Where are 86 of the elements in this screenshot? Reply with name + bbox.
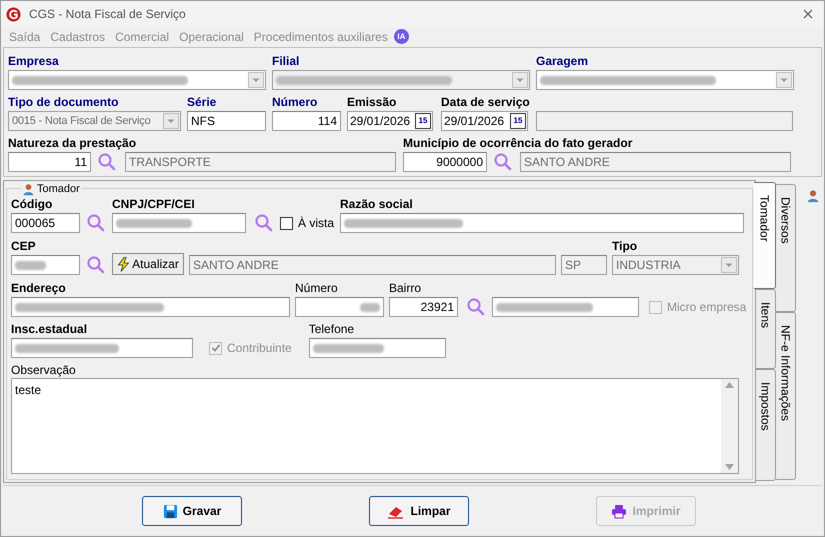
field-label: Número bbox=[272, 95, 318, 109]
group-title: Tomador bbox=[37, 182, 80, 197]
field-label: CNPJ/CPF/CEI bbox=[112, 197, 196, 211]
input-field[interactable]: SANTO ANDRE bbox=[520, 152, 791, 172]
close-icon[interactable] bbox=[803, 9, 813, 19]
field-label: Tipo bbox=[612, 239, 638, 253]
update-button[interactable]: Atualizar bbox=[112, 253, 184, 275]
field-label: Número bbox=[295, 281, 339, 295]
tab[interactable]: Itens bbox=[756, 289, 776, 369]
input-field[interactable] bbox=[11, 255, 80, 275]
input-field[interactable] bbox=[112, 213, 246, 233]
search-icon[interactable] bbox=[86, 255, 106, 275]
input-field[interactable] bbox=[295, 297, 384, 317]
field-label: Observação bbox=[11, 363, 77, 377]
field-label: Emissão bbox=[347, 95, 398, 109]
input-field[interactable]: 000065 bbox=[11, 213, 80, 233]
calendar-button[interactable]: 15 bbox=[510, 113, 526, 129]
redacted-value bbox=[360, 302, 380, 312]
scroll-up-arrow-icon[interactable] bbox=[725, 382, 734, 388]
input-field[interactable] bbox=[11, 297, 290, 317]
scrollbar[interactable] bbox=[721, 379, 738, 473]
scroll-down-arrow-icon[interactable] bbox=[725, 464, 734, 470]
input-field[interactable]: TRANSPORTE bbox=[125, 152, 396, 172]
tab[interactable]: Diversos bbox=[776, 184, 796, 312]
text-area[interactable]: teste bbox=[11, 378, 739, 474]
dropdown[interactable] bbox=[272, 70, 530, 90]
date-value: 29/01/2026 bbox=[350, 113, 410, 130]
lightning-icon bbox=[117, 256, 130, 272]
printer-icon bbox=[611, 504, 628, 518]
field-label: Data de serviço bbox=[441, 95, 528, 109]
input-field[interactable] bbox=[308, 338, 446, 358]
field-label: Endereço bbox=[11, 281, 67, 295]
field-label: Insc.estadual bbox=[11, 322, 88, 336]
save-button[interactable]: Gravar bbox=[142, 496, 242, 526]
checkbox-label: Micro empresa bbox=[667, 299, 746, 316]
field-label: Tipo de documento bbox=[8, 95, 120, 109]
input-field[interactable] bbox=[492, 297, 639, 317]
search-icon[interactable] bbox=[86, 213, 106, 233]
field-label: Telefone bbox=[308, 322, 356, 336]
dropdown[interactable] bbox=[536, 70, 794, 90]
date-value: 29/01/2026 bbox=[444, 113, 504, 130]
field-label: Empresa bbox=[8, 54, 60, 68]
search-icon[interactable] bbox=[466, 297, 486, 317]
tab[interactable]: Impostos bbox=[756, 369, 776, 481]
field-label: Filial bbox=[272, 54, 300, 68]
input-field[interactable] bbox=[340, 213, 744, 233]
app-logo-icon bbox=[6, 6, 21, 22]
checkbox-label: À vista bbox=[298, 215, 334, 232]
window-title: CGS - Nota Fiscal de Serviço bbox=[29, 6, 186, 23]
dropdown[interactable]: 0015 - Nota Fiscal de Serviço bbox=[8, 111, 181, 131]
redacted-value bbox=[312, 344, 384, 352]
blank-field[interactable] bbox=[536, 111, 793, 131]
tab[interactable]: NF-e Informações bbox=[776, 312, 796, 480]
ia-badge[interactable]: IA bbox=[394, 29, 409, 44]
input-field[interactable]: 9000000 bbox=[403, 152, 487, 172]
input-field[interactable]: 11 bbox=[8, 152, 91, 172]
search-icon[interactable] bbox=[254, 213, 274, 233]
calendar-button[interactable]: 15 bbox=[415, 113, 431, 129]
date-field[interactable]: 29/01/2026 15 bbox=[347, 111, 433, 131]
clear-button[interactable]: Limpar bbox=[369, 496, 469, 526]
field-label: CEP bbox=[11, 239, 37, 253]
field-label: Garagem bbox=[536, 54, 590, 68]
checkbox[interactable] bbox=[280, 216, 293, 230]
tab[interactable]: Tomador bbox=[754, 182, 776, 289]
redacted-value bbox=[15, 260, 46, 270]
dropdown[interactable] bbox=[8, 70, 266, 90]
field-label: Natureza da prestação bbox=[8, 136, 138, 150]
dropdown[interactable]: INDUSTRIA bbox=[612, 255, 739, 275]
search-icon[interactable] bbox=[97, 152, 117, 172]
input-field[interactable]: 114 bbox=[272, 111, 341, 131]
input-field[interactable] bbox=[11, 338, 193, 358]
input-field[interactable]: NFS bbox=[187, 111, 266, 131]
person-icon bbox=[22, 182, 35, 196]
text-area-value: teste bbox=[14, 382, 42, 399]
search-icon[interactable] bbox=[493, 152, 513, 172]
field-label: Código bbox=[11, 197, 54, 211]
field-label: Bairro bbox=[389, 281, 422, 295]
checkbox-label: Contribuinte bbox=[227, 340, 292, 357]
field-label: Razão social bbox=[340, 197, 414, 211]
date-field[interactable]: 29/01/2026 15 bbox=[441, 111, 528, 131]
person-icon bbox=[806, 189, 820, 203]
input-field[interactable]: SANTO ANDRE bbox=[189, 255, 556, 275]
field-label: Série bbox=[187, 95, 218, 109]
field-label: Município de ocorrência do fato gerador bbox=[403, 136, 634, 150]
input-field[interactable]: 23921 bbox=[389, 297, 458, 317]
input-field[interactable]: SP bbox=[561, 255, 607, 275]
